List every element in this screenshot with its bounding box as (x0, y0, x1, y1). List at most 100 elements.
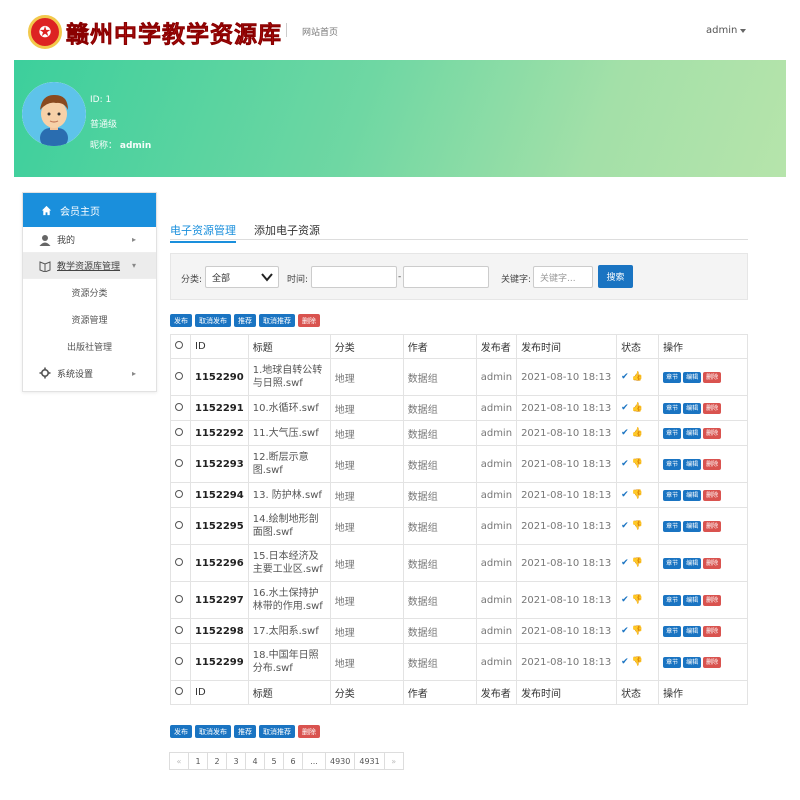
delete-row-button[interactable]: 删除 (703, 428, 722, 439)
row-radio-cell[interactable] (170, 544, 191, 582)
row-status[interactable]: ✔ 👍 (616, 420, 660, 446)
user-menu[interactable]: admin (706, 25, 747, 36)
unpublish-button[interactable]: 取消发布 (195, 725, 231, 738)
end-date-input[interactable] (403, 266, 489, 288)
select-all-radio[interactable] (175, 687, 183, 695)
chapter-button[interactable]: 章节 (663, 626, 682, 637)
select-all-radio-cell[interactable] (170, 680, 191, 705)
row-radio-cell[interactable] (170, 581, 191, 619)
publish-button[interactable]: 发布 (170, 725, 192, 738)
row-status[interactable]: ✔ 👎 (616, 507, 660, 545)
row-radio-cell[interactable] (170, 482, 191, 508)
row-radio-cell[interactable] (170, 643, 191, 681)
table-row[interactable]: 1152299 18.中国年日照分布.swf 地理 数据组 admin 2021-08-1… (170, 643, 748, 681)
sidebar-subitem-publishers[interactable]: 出版社管理 (23, 333, 156, 360)
row-radio-cell[interactable] (170, 618, 191, 644)
select-all-radio-cell[interactable] (170, 334, 191, 359)
row-radio[interactable] (175, 402, 183, 411)
unpublish-button[interactable]: 取消发布 (195, 314, 231, 327)
chapter-button[interactable]: 章节 (663, 521, 682, 532)
row-radio[interactable] (175, 458, 183, 467)
start-date-input[interactable] (311, 266, 397, 288)
site-logo[interactable]: ✪ 赣州中学教学资源库 (28, 13, 282, 51)
category-select[interactable]: 全部 (205, 266, 279, 288)
sidebar-subitem-resources[interactable]: 资源管理 (23, 306, 156, 333)
page-button[interactable]: 3 (226, 752, 246, 770)
row-radio-cell[interactable] (170, 358, 191, 396)
row-status[interactable]: ✔ 👍 (616, 358, 660, 396)
tab-add-resource[interactable]: 添加电子资源 (254, 222, 320, 238)
chapter-button[interactable]: 章节 (663, 372, 682, 383)
edit-button[interactable]: 编辑 (683, 521, 702, 532)
edit-button[interactable]: 编辑 (683, 372, 702, 383)
delete-row-button[interactable]: 删除 (703, 626, 722, 637)
edit-button[interactable]: 编辑 (683, 558, 702, 569)
table-row[interactable]: 1152294 13. 防护林.swf 地理 数据组 admin 2021-08-10 1… (170, 482, 748, 508)
row-status[interactable]: ✔ 👎 (616, 445, 660, 483)
keyword-input[interactable]: 关键字... (533, 266, 593, 288)
row-radio-cell[interactable] (170, 507, 191, 545)
row-radio[interactable] (175, 520, 183, 529)
edit-button[interactable]: 编辑 (683, 428, 702, 439)
row-status[interactable]: ✔ 👎 (616, 643, 660, 681)
edit-button[interactable]: 编辑 (683, 657, 702, 668)
delete-row-button[interactable]: 删除 (703, 657, 722, 668)
page-button[interactable]: 1 (188, 752, 208, 770)
delete-row-button[interactable]: 删除 (703, 521, 722, 532)
page-button[interactable]: 4931 (354, 752, 385, 770)
delete-button[interactable]: 删除 (298, 725, 320, 738)
row-radio[interactable] (175, 371, 183, 380)
chapter-button[interactable]: 章节 (663, 428, 682, 439)
sidebar-item-resource-management[interactable]: 教学资源库管理 ▾ (23, 253, 156, 279)
row-status[interactable]: ✔ 👎 (616, 618, 660, 644)
sidebar-item-mine[interactable]: 我的 ▸ (23, 227, 156, 253)
search-button[interactable]: 搜索 (598, 265, 633, 288)
row-status[interactable]: ✔ 👍 (616, 395, 660, 421)
row-radio[interactable] (175, 427, 183, 436)
table-row[interactable]: 1152297 16.水土保持护林带的作用.swf 地理 数据组 admin 2021-0… (170, 581, 748, 619)
table-row[interactable]: 1152298 17.太阳系.swf 地理 数据组 admin 2021-08-10 18… (170, 618, 748, 644)
page-button[interactable]: 4 (245, 752, 265, 770)
chapter-button[interactable]: 章节 (663, 403, 682, 414)
delete-button[interactable]: 删除 (298, 314, 320, 327)
table-row[interactable]: 1152296 15.日本经济及主要工业区.swf 地理 数据组 admin 2021-0… (170, 544, 748, 582)
row-radio[interactable] (175, 625, 183, 634)
avatar[interactable] (22, 82, 86, 146)
row-status[interactable]: ✔ 👎 (616, 482, 660, 508)
table-row[interactable]: 1152292 11.大气压.swf 地理 数据组 admin 2021-08-10 18… (170, 420, 748, 446)
delete-row-button[interactable]: 删除 (703, 558, 722, 569)
chapter-button[interactable]: 章节 (663, 595, 682, 606)
unrecommend-button[interactable]: 取消推荐 (259, 314, 295, 327)
delete-row-button[interactable]: 删除 (703, 490, 722, 501)
recommend-button[interactable]: 推荐 (234, 314, 256, 327)
sidebar-item-home[interactable]: 会员主页 (23, 193, 156, 227)
row-radio-cell[interactable] (170, 395, 191, 421)
chapter-button[interactable]: 章节 (663, 558, 682, 569)
chapter-button[interactable]: 章节 (663, 657, 682, 668)
delete-row-button[interactable]: 删除 (703, 372, 722, 383)
row-radio[interactable] (175, 489, 183, 498)
recommend-button[interactable]: 推荐 (234, 725, 256, 738)
edit-button[interactable]: 编辑 (683, 403, 702, 414)
page-button[interactable]: 4930 (325, 752, 356, 770)
row-radio-cell[interactable] (170, 420, 191, 446)
sidebar-subitem-categories[interactable]: 资源分类 (23, 279, 156, 306)
prev-page-button[interactable]: « (169, 752, 189, 770)
edit-button[interactable]: 编辑 (683, 459, 702, 470)
table-row[interactable]: 1152291 10.水循环.swf 地理 数据组 admin 2021-08-10 18… (170, 395, 748, 421)
chapter-button[interactable]: 章节 (663, 490, 682, 501)
delete-row-button[interactable]: 删除 (703, 403, 722, 414)
chapter-button[interactable]: 章节 (663, 459, 682, 470)
select-all-radio[interactable] (175, 341, 183, 349)
page-button[interactable]: 5 (264, 752, 284, 770)
row-radio-cell[interactable] (170, 445, 191, 483)
table-row[interactable]: 1152295 14.绘制地形剖面图.swf 地理 数据组 admin 2021-08-1… (170, 507, 748, 545)
edit-button[interactable]: 编辑 (683, 595, 702, 606)
page-button[interactable]: 6 (283, 752, 303, 770)
row-radio[interactable] (175, 557, 183, 566)
next-page-button[interactable]: » (383, 752, 404, 770)
site-home-link[interactable]: 网站首页 (302, 25, 338, 38)
row-radio[interactable] (175, 594, 183, 603)
delete-row-button[interactable]: 删除 (703, 595, 722, 606)
delete-row-button[interactable]: 删除 (703, 459, 722, 470)
